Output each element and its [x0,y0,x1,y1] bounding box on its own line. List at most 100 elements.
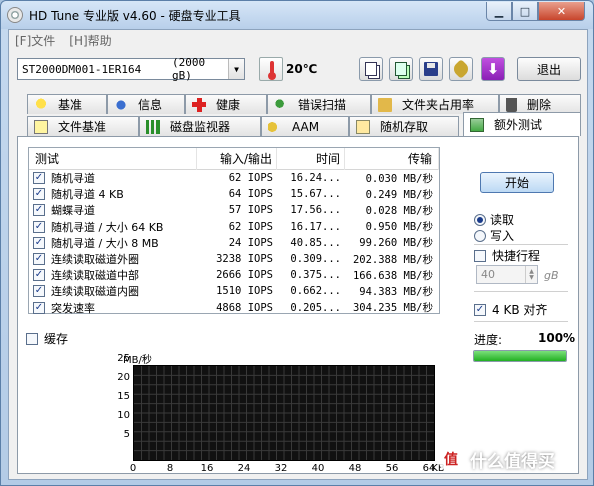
col-time[interactable]: 时间 [277,147,345,170]
divider [474,321,568,322]
transfer-chart [133,365,435,461]
magnifier-icon [274,97,288,112]
table-row[interactable]: ✓ 随机寻道 4 KB 64 IOPS 15.67... 0.249 MB/秒 [29,186,439,202]
short-stroke-checkbox[interactable]: 快捷行程 [474,247,540,264]
copy-icon [365,62,377,76]
checkbox-checked[interactable]: ✓ [33,188,45,201]
checkbox-checked[interactable]: ✓ [33,236,45,249]
window-title: HD Tune 专业版 v4.60 - 硬盘专业工具 [29,9,241,23]
tab-health[interactable]: 健康 [185,94,267,114]
checkbox-checked[interactable]: ✓ [33,285,45,298]
tab-disk-monitor[interactable]: 磁盘监视器 [139,116,261,136]
drive-select[interactable]: ST2000DM001-1ER164 (2000 gB) ▼ [17,56,245,82]
read-radio[interactable]: 读取 [474,211,514,228]
y-tick-label: 15 [117,391,130,402]
row-transfer-cell: 304.235 MB/秒 [352,302,433,315]
x-tick-label: 8 [166,463,174,474]
tab-label: 磁盘监视器 [170,120,231,134]
x-tick-label: 48 [348,463,362,474]
results-header: 测试 输入/输出 时间 传输 [29,147,439,170]
trash-icon [506,97,517,112]
row-test-name: 蝴蝶寻道 [51,204,95,218]
row-test-cell: ✓ 连续读取磁道外圈 [29,251,197,267]
minimize-button[interactable]: ▁ [486,2,512,21]
table-row[interactable]: ✓ 连续读取磁道中部 2666 IOPS 0.375... 166.638 MB/秒 [29,267,439,283]
row-time-cell: 15.67... [290,188,341,201]
options-button[interactable] [449,57,473,81]
menu-bar: [F]文件 [H]帮助 [9,30,587,50]
col-io[interactable]: 输入/输出 [197,147,277,170]
close-button[interactable]: ✕ [538,2,585,21]
download-button[interactable]: ⬇ [481,57,505,81]
row-test-cell: ✓ 突发速率 [29,300,197,316]
divider [474,291,568,292]
checkbox-checked[interactable]: ✓ [33,172,45,185]
row-test-cell: ✓ 随机寻道 / 大小 64 KB [29,219,197,235]
checkbox-checked[interactable]: ✓ [33,220,45,233]
tab-benchmark[interactable]: 基准 [27,94,107,114]
maximize-button[interactable]: □ [512,2,538,21]
start-button[interactable]: 开始 [480,172,554,193]
copy-all-button[interactable] [389,57,413,81]
progress-label: 进度: [474,333,503,347]
table-row[interactable]: ✓ 随机寻道 62 IOPS 16.24... 0.030 MB/秒 [29,170,439,186]
col-transfer[interactable]: 传输 [345,147,439,170]
table-row[interactable]: ✓ 突发速率 4868 IOPS 0.205... 304.235 MB/秒 [29,300,439,316]
col-test[interactable]: 测试 [29,147,197,170]
save-button[interactable] [419,57,443,81]
table-row[interactable]: ✓ 蝴蝶寻道 57 IOPS 17.56... 0.028 MB/秒 [29,202,439,218]
spinner-arrows-icon[interactable]: ▲ ▼ [525,266,537,283]
checkbox-checked[interactable]: ✓ [474,303,486,316]
tab-error-scan[interactable]: 错误扫描 [267,94,371,114]
exit-button[interactable]: 退出 [517,57,581,81]
radio-selected[interactable] [474,213,486,226]
cache-label: 缓存 [44,332,69,346]
checkbox-checked[interactable]: ✓ [33,253,45,266]
row-transfer-cell: 0.028 MB/秒 [365,204,433,217]
y-tick-label: 20 [117,372,130,383]
cache-checkbox[interactable]: 缓存 [26,330,68,347]
table-row[interactable]: ✓ 连续读取磁道外圈 3238 IOPS 0.309... 202.388 MB/秒 [29,251,439,267]
checkbox-unchecked[interactable] [26,332,38,345]
tab-random-access[interactable]: 随机存取 [349,116,459,136]
copy-text-button[interactable] [359,57,383,81]
row-io-cell: 24 IOPS [228,236,273,249]
table-row[interactable]: ✓ 随机寻道 / 大小 8 MB 24 IOPS 40.85... 99.260 MB/… [29,235,439,251]
table-row[interactable]: ✓ 连续读取磁道内圈 1510 IOPS 0.662... 94.383 MB/秒 [29,283,439,299]
align-4kb-checkbox[interactable]: ✓ 4 KB 对齐 [474,301,547,318]
checkbox-checked[interactable]: ✓ [33,301,45,314]
short-stroke-input[interactable]: 40 ▲ ▼ [476,265,538,284]
read-label: 读取 [490,213,515,227]
chevron-down-icon[interactable]: ▼ [228,59,244,79]
checkbox-checked[interactable]: ✓ [33,269,45,282]
row-test-name: 随机寻道 / 大小 64 KB [51,220,164,234]
row-test-name: 突发速率 [51,301,95,315]
tab-info[interactable]: 信息 [107,94,185,114]
row-time-cell: 0.375... [290,269,341,282]
y-tick-label: 5 [123,429,130,440]
grid-icon [356,119,370,134]
row-test-name: 随机寻道 / 大小 8 MB [51,236,159,250]
wrench-icon [451,59,471,79]
file-bulb-icon [34,119,48,134]
divider [474,244,568,245]
row-test-cell: ✓ 连续读取磁道中部 [29,267,197,283]
row-time-cell: 0.205... [290,301,341,314]
menu-file[interactable]: [F]文件 [15,32,55,49]
menu-help[interactable]: [H]帮助 [69,32,111,49]
tab-extra-tests[interactable]: 额外测试 [463,112,581,136]
table-row[interactable]: ✓ 随机寻道 / 大小 64 KB 62 IOPS 16.17... 0.950 MB/… [29,219,439,235]
tab-folder-usage[interactable]: 文件夹占用率 [371,94,499,114]
row-io-cell: 57 IOPS [228,204,273,217]
tab-aam[interactable]: AAM [261,116,349,136]
row-test-cell: ✓ 连续读取磁道内圈 [29,283,197,299]
row-transfer-cell: 202.388 MB/秒 [352,253,433,266]
write-radio[interactable]: 写入 [474,227,514,244]
radio-unselected[interactable] [474,229,486,242]
row-test-cell: ✓ 随机寻道 [29,170,197,186]
checkbox-checked[interactable]: ✓ [33,204,45,217]
tab-file-benchmark[interactable]: 文件基准 [27,116,139,136]
tab-erase[interactable]: 删除 [499,94,581,114]
checkbox-unchecked[interactable] [474,249,486,262]
extra-tests-panel: 测试 输入/输出 时间 传输 ✓ 随机寻道 62 IOPS 16.24... 0.030… [17,136,579,474]
